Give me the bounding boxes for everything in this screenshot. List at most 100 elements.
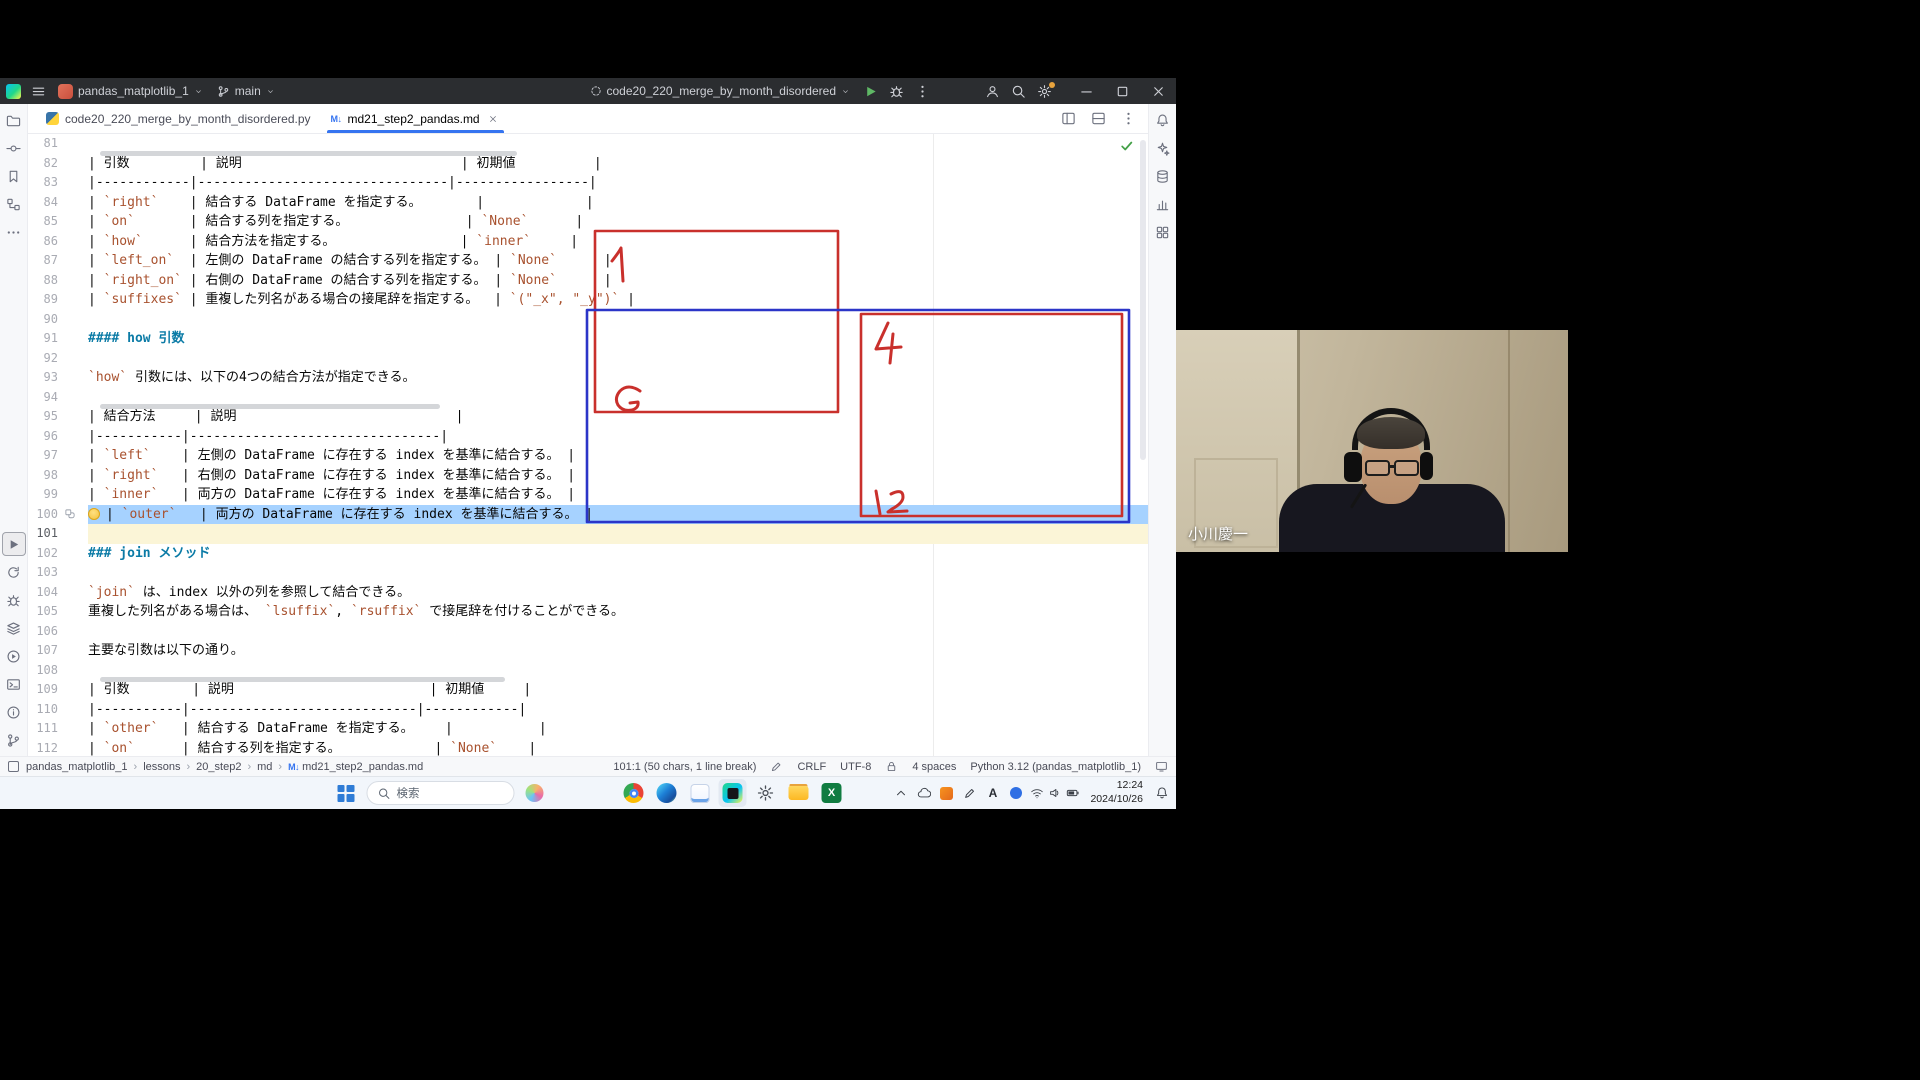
editor-line-110[interactable]: 110|-----------|------------------------… bbox=[28, 700, 1148, 720]
inspections-ok-icon[interactable] bbox=[1120, 139, 1134, 153]
editor-line-82[interactable]: 82| 引数 | 説明 | 初期値 | bbox=[28, 154, 1148, 174]
tool-button-chart[interactable] bbox=[1151, 192, 1175, 216]
minimize-button[interactable] bbox=[1068, 78, 1104, 104]
breadcrumb-item[interactable]: md bbox=[257, 761, 272, 773]
tab-python-file[interactable]: code20_220_merge_by_month_disordered.py bbox=[36, 104, 321, 133]
editor-more-button[interactable] bbox=[1116, 108, 1140, 130]
branch-selector[interactable]: main bbox=[211, 80, 281, 102]
taskbar-app-copilot[interactable] bbox=[521, 779, 549, 807]
editor-line-106[interactable]: 106 bbox=[28, 622, 1148, 642]
editor-line-111[interactable]: 111| `other` | 結合する DataFrame を指定する。 | | bbox=[28, 719, 1148, 739]
tool-button-layers[interactable] bbox=[2, 616, 26, 640]
editor-line-112[interactable]: 112| `on` | 結合する列を指定する。 | `None` | bbox=[28, 739, 1148, 757]
search-everywhere-button[interactable] bbox=[1006, 80, 1030, 102]
status-item[interactable]: 4 spaces bbox=[912, 761, 956, 773]
tray-expand-button[interactable] bbox=[890, 780, 911, 806]
status-item[interactable]: 101:1 (50 chars, 1 line break) bbox=[613, 761, 756, 773]
tool-button-bug[interactable] bbox=[2, 588, 26, 612]
editor-line-102[interactable]: 102### join メソッド bbox=[28, 544, 1148, 564]
user-account-button[interactable] bbox=[980, 80, 1004, 102]
breadcrumb-item[interactable]: M↓ md21_step2_pandas.md bbox=[288, 761, 423, 773]
editor-line-90[interactable]: 90 bbox=[28, 310, 1148, 330]
editor-scrollbar[interactable] bbox=[1140, 140, 1146, 460]
split-editor-button[interactable] bbox=[1086, 108, 1110, 130]
status-item[interactable]: UTF-8 bbox=[840, 761, 871, 773]
editor-line-103[interactable]: 103 bbox=[28, 563, 1148, 583]
tool-button-git-branch[interactable] bbox=[2, 728, 26, 752]
editor[interactable]: 8182| 引数 | 説明 | 初期値 |83|------------|---… bbox=[28, 134, 1148, 756]
editor-line-107[interactable]: 107主要な引数は以下の通り。 bbox=[28, 641, 1148, 661]
taskbar-search[interactable]: 検索 bbox=[367, 781, 515, 805]
tool-button-commit[interactable] bbox=[2, 136, 26, 160]
breadcrumb-item[interactable]: lessons bbox=[143, 761, 180, 773]
breadcrumb-item[interactable]: 20_step2 bbox=[196, 761, 241, 773]
taskbar-app-explorer[interactable] bbox=[785, 779, 813, 807]
tool-button-terminal[interactable] bbox=[2, 672, 26, 696]
layout-editor-button[interactable] bbox=[1056, 108, 1080, 130]
taskbar-app-notes[interactable] bbox=[686, 779, 714, 807]
editor-line-83[interactable]: 83|------------|------------------------… bbox=[28, 173, 1148, 193]
editor-line-109[interactable]: 109| 引数 | 説明 | 初期値 | bbox=[28, 680, 1148, 700]
tool-button-bookmarks[interactable] bbox=[2, 164, 26, 188]
editor-line-88[interactable]: 88| `right_on` | 右側の DataFrame の結合する列を指定… bbox=[28, 271, 1148, 291]
settings-button[interactable] bbox=[1032, 80, 1056, 102]
editor-line-84[interactable]: 84| `right` | 結合する DataFrame を指定する。 | | bbox=[28, 193, 1148, 213]
notification-center-button[interactable] bbox=[1151, 780, 1172, 806]
editor-line-99[interactable]: 99| `inner` | 両方の DataFrame に存在する index … bbox=[28, 485, 1148, 505]
run-config-selector[interactable]: code20_220_merge_by_month_disordered bbox=[584, 80, 857, 102]
editor-line-100[interactable]: 100| `outer` | 両方の DataFrame に存在する index… bbox=[28, 505, 1148, 525]
taskbar-app-edge[interactable] bbox=[653, 779, 681, 807]
maximize-button[interactable] bbox=[1104, 78, 1140, 104]
tool-window-widget-icon[interactable] bbox=[8, 761, 19, 772]
breadcrumb-item[interactable]: pandas_matplotlib_1 bbox=[26, 761, 128, 773]
editor-line-97[interactable]: 97| `left` | 左側の DataFrame に存在する index を… bbox=[28, 446, 1148, 466]
status-item[interactable]: Python 3.12 (pandas_matplotlib_1) bbox=[970, 761, 1141, 773]
tool-button-info[interactable] bbox=[2, 700, 26, 724]
editor-line-87[interactable]: 87| `left_on` | 左側の DataFrame の結合する列を指定す… bbox=[28, 251, 1148, 271]
taskbar-app-pycharm[interactable] bbox=[719, 779, 747, 807]
debug-button[interactable] bbox=[884, 80, 908, 102]
intention-bulb-icon[interactable] bbox=[88, 508, 100, 520]
editor-line-89[interactable]: 89| `suffixes` | 重複した列名がある場合の接尾辞を指定する。 |… bbox=[28, 290, 1148, 310]
start-button[interactable] bbox=[331, 779, 361, 807]
status-pencil-widget[interactable] bbox=[770, 760, 783, 773]
project-selector[interactable]: pandas_matplotlib_1 bbox=[52, 80, 209, 102]
more-actions-button[interactable] bbox=[910, 80, 934, 102]
tool-button-more-h[interactable] bbox=[2, 220, 26, 244]
editor-line-91[interactable]: 91#### how 引数 bbox=[28, 329, 1148, 349]
editor-line-92[interactable]: 92 bbox=[28, 349, 1148, 369]
taskbar-app-app-dark[interactable] bbox=[587, 779, 615, 807]
tool-button-ai-sparkle[interactable] bbox=[1151, 136, 1175, 160]
tray-app-orange[interactable] bbox=[936, 780, 957, 806]
tool-button-services[interactable] bbox=[2, 560, 26, 584]
tray-app-blue[interactable] bbox=[1005, 780, 1026, 806]
tool-button-structure[interactable] bbox=[2, 192, 26, 216]
editor-line-105[interactable]: 105重複した列名がある場合は、 `lsuffix`, `rsuffix` で接… bbox=[28, 602, 1148, 622]
tool-button-play-circle[interactable] bbox=[2, 644, 26, 668]
taskbar-app-chrome[interactable] bbox=[620, 779, 648, 807]
editor-line-96[interactable]: 96|-----------|-------------------------… bbox=[28, 427, 1148, 447]
network-volume-battery-button[interactable] bbox=[1028, 780, 1082, 806]
editor-line-85[interactable]: 85| `on` | 結合する列を指定する。 | `None` | bbox=[28, 212, 1148, 232]
tab-markdown-file[interactable]: M↓ md21_step2_pandas.md bbox=[321, 104, 510, 133]
editor-line-86[interactable]: 86| `how` | 結合方法を指定する。 | `inner` | bbox=[28, 232, 1148, 252]
taskbar-app-excel[interactable]: X bbox=[818, 779, 846, 807]
close-button[interactable] bbox=[1140, 78, 1176, 104]
editor-line-104[interactable]: 104`join` は、index 以外の列を参照して結合できる。 bbox=[28, 583, 1148, 603]
tool-button-run[interactable] bbox=[2, 532, 26, 556]
onedrive-tray-icon[interactable] bbox=[913, 780, 934, 806]
ime-mode-button[interactable]: A bbox=[982, 780, 1003, 806]
taskbar-app-app-round[interactable] bbox=[554, 779, 582, 807]
editor-line-93[interactable]: 93`how` 引数には、以下の4つの結合方法が指定できる。 bbox=[28, 368, 1148, 388]
status-monitor-widget[interactable] bbox=[1155, 760, 1168, 773]
status-lock-widget[interactable] bbox=[885, 760, 898, 773]
close-tab-button[interactable] bbox=[486, 112, 500, 126]
taskbar-app-settings[interactable] bbox=[752, 779, 780, 807]
status-item[interactable]: CRLF bbox=[797, 761, 826, 773]
tool-button-plugins[interactable] bbox=[1151, 220, 1175, 244]
editor-line-101[interactable]: 101 bbox=[28, 524, 1148, 544]
pen-settings-tray-icon[interactable] bbox=[959, 780, 980, 806]
editor-line-95[interactable]: 95| 結合方法 | 説明 | bbox=[28, 407, 1148, 427]
editor-line-98[interactable]: 98| `right` | 右側の DataFrame に存在する index … bbox=[28, 466, 1148, 486]
tool-button-project-folder[interactable] bbox=[2, 108, 26, 132]
